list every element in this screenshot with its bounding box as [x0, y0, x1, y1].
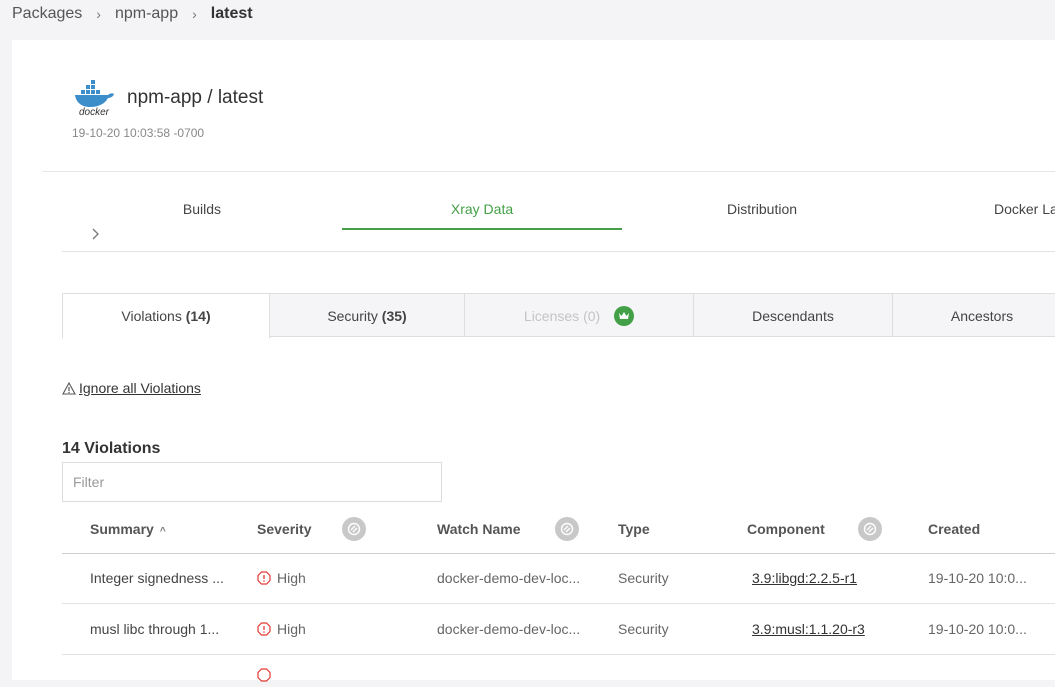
table-header: Summary ^ Severity Watch Name Type Compon…	[62, 505, 1055, 554]
cell-type: Security	[618, 621, 669, 637]
cell-component-link[interactable]: 3.9:musl:1.1.20-r3	[752, 604, 865, 654]
tab-xray-data[interactable]: Xray Data	[342, 190, 622, 230]
component-filter-icon[interactable]	[858, 517, 882, 541]
page-title: npm-app / latest	[127, 87, 264, 108]
divider	[42, 171, 1055, 172]
tab-security-label: Security	[327, 308, 378, 324]
cell-created: 19-10-20 10:0...	[928, 570, 1027, 586]
crown-icon	[614, 306, 635, 327]
tab-licenses-label: Licenses	[523, 308, 580, 324]
chevron-right-icon: ›	[192, 6, 197, 22]
breadcrumb-npm-app[interactable]: npm-app	[115, 5, 178, 23]
high-severity-icon	[257, 571, 271, 585]
tab-security-count: (35)	[381, 308, 407, 324]
cell-summary: Integer signedness ...	[90, 570, 224, 586]
package-date: 19-10-20 10:03:58 -0700	[72, 126, 205, 140]
cell-created: 19-10-20 10:0...	[928, 621, 1027, 637]
filter-input[interactable]	[62, 462, 442, 502]
breadcrumb-packages[interactable]: Packages	[12, 5, 82, 23]
tab-distribution[interactable]: Distribution	[622, 190, 902, 228]
cell-type: Security	[618, 570, 669, 586]
table-row[interactable]: Integer signedness ... High docker-demo-…	[62, 553, 1055, 604]
tab-licenses-count: (0)	[583, 308, 601, 324]
watch-filter-icon[interactable]	[555, 517, 579, 541]
column-component-header[interactable]: Component	[747, 505, 825, 553]
main-tabs: Builds Xray Data Distribution Docker La	[62, 190, 1055, 230]
cell-severity: High	[257, 604, 306, 654]
severity-label: High	[277, 621, 306, 637]
cell-watch-name: docker-demo-dev-loc...	[437, 570, 581, 586]
tab-docker-layers[interactable]: Docker La	[994, 190, 1055, 228]
column-watch-name-header[interactable]: Watch Name	[437, 505, 521, 553]
tab-security[interactable]: Security (35)	[270, 293, 465, 337]
severity-label: High	[277, 570, 306, 586]
ignore-all-violations-link[interactable]: Ignore all Violations	[62, 380, 201, 396]
tab-violations-count: (14)	[185, 308, 211, 324]
column-created-header[interactable]: Created	[928, 505, 980, 553]
ignore-all-violations-label: Ignore all Violations	[79, 380, 201, 396]
high-severity-icon	[257, 668, 271, 687]
breadcrumb-current: latest	[210, 5, 253, 22]
breadcrumb: Packages › npm-app › latest	[12, 5, 253, 23]
column-severity-header[interactable]: Severity	[257, 505, 311, 553]
docker-logo-text: docker	[79, 107, 110, 116]
tab-licenses: Licenses (0)	[465, 293, 694, 337]
sub-tabs: Violations (14) Security (35) Licenses (…	[62, 293, 1055, 339]
cell-summary: musl libc through 1...	[90, 621, 220, 637]
severity-filter-icon[interactable]	[342, 517, 366, 541]
main-panel: docker npm-app / latest 19-10-20 10:03:5…	[12, 40, 1055, 682]
tab-builds[interactable]: Builds	[62, 190, 342, 228]
chevron-right-icon: ›	[96, 6, 101, 22]
tab-descendants[interactable]: Descendants	[694, 293, 893, 337]
chevron-right-icon[interactable]	[92, 227, 100, 243]
sort-ascending-icon: ^	[159, 526, 166, 537]
column-type-header[interactable]: Type	[618, 505, 650, 553]
violations-count-title: 14 Violations	[62, 440, 161, 457]
tab-violations[interactable]: Violations (14)	[62, 293, 270, 339]
high-severity-icon	[257, 622, 271, 636]
tab-violations-label: Violations	[121, 308, 182, 324]
cell-severity: High	[257, 553, 306, 603]
tab-ancestors[interactable]: Ancestors	[893, 293, 1055, 337]
column-summary-label: Summary	[90, 521, 154, 537]
column-summary-header[interactable]: Summary ^	[90, 505, 166, 553]
warning-icon	[62, 381, 76, 395]
divider	[62, 251, 1055, 252]
docker-logo-icon: docker	[75, 80, 114, 116]
cell-component-link[interactable]: 3.9:libgd:2.2.5-r1	[752, 553, 857, 603]
cell-watch-name: docker-demo-dev-loc...	[437, 621, 581, 637]
table-row[interactable]: musl libc through 1... High docker-demo-…	[62, 604, 1055, 655]
